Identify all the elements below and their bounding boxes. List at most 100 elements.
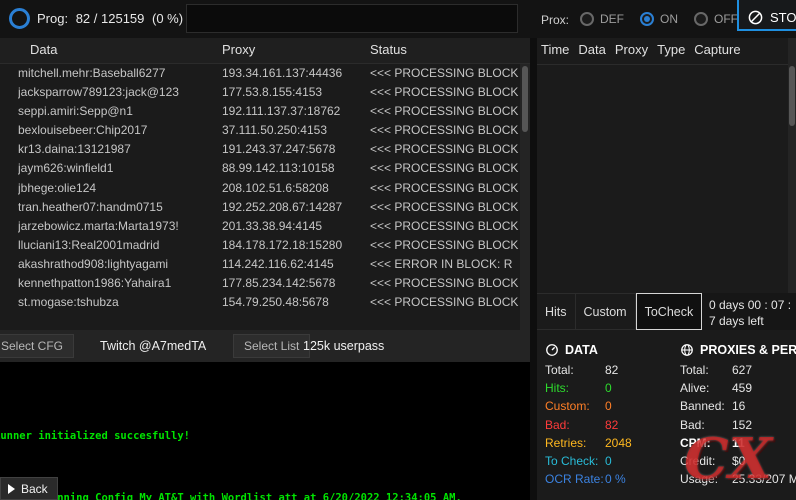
cell-proxy: 193.34.161.137:44436 (222, 64, 366, 83)
results-header-data[interactable]: Data (30, 42, 57, 57)
cell-proxy: 208.102.51.6:58208 (222, 179, 366, 198)
tab-label: Hits (545, 305, 567, 319)
list-name: 125k userpass (303, 339, 384, 353)
stat-item: Alive:459 (680, 379, 796, 397)
tab-label: Custom (584, 305, 627, 319)
results-header-proxy[interactable]: Proxy (222, 42, 255, 57)
data-stats-title: DATA (565, 343, 598, 357)
hits-tabs-bar: Hits Custom ToCheck 0 days 00 : 07 : 7 d… (537, 293, 796, 330)
tab[interactable]: Custom (576, 293, 636, 330)
stat-value: 82 (605, 363, 618, 377)
data-stats: DATA Total:82 Hits:0 Custom:0 Bad:82 (545, 339, 677, 488)
stat-value: 0 (605, 381, 612, 395)
table-row[interactable]: bexlouisebeer:Chip2017 37.111.50.250:415… (0, 121, 520, 140)
cell-proxy: 114.242.116.62:4145 (222, 255, 366, 274)
stat-item: Retries:2048 (545, 434, 677, 452)
stat-value: $0 (732, 454, 745, 468)
cell-status: <<< PROCESSING BLOCK (370, 274, 520, 293)
stat-value: 152 (732, 418, 752, 432)
capture-header-cell[interactable]: Proxy (615, 42, 648, 64)
cell-status: <<< PROCESSING BLOCK (370, 159, 520, 178)
stop-circle-slash-icon (748, 10, 763, 25)
stat-label: Custom: (545, 397, 605, 415)
capture-scrollbar[interactable] (788, 38, 796, 293)
capture-scrollbar-thumb[interactable] (789, 66, 795, 126)
table-row[interactable]: jbhege:olie124 208.102.51.6:58208 <<< PR… (0, 179, 520, 198)
cell-proxy: 192.252.208.67:14287 (222, 198, 366, 217)
proxies-stats: PROXIES & PERF Total:627 Alive:459 Banne… (680, 339, 796, 488)
table-row[interactable]: akashrathod908:lightyagami 114.242.116.6… (0, 255, 520, 274)
capture-header-cell[interactable]: Data (578, 42, 605, 64)
table-row[interactable]: kennethpatton1986:Yahaira1 177.85.234.14… (0, 274, 520, 293)
table-row[interactable]: jarzebowicz.marta:Marta1973! 201.33.38.9… (0, 217, 520, 236)
stop-button[interactable]: STOP (737, 0, 796, 31)
capture-table-header: Time Data Proxy Type Capture (537, 38, 796, 65)
proxy-mode-radio[interactable]: DEF (580, 12, 624, 26)
stat-value: 0 (605, 399, 612, 413)
table-row[interactable]: tran.heather07:handm0715 192.252.208.67:… (0, 198, 520, 217)
results-table: Data Proxy Status mitchell.mehr:Baseball… (0, 38, 530, 330)
stat-value: 0 (605, 454, 612, 468)
cell-data: kennethpatton1986:Yahaira1 (18, 274, 218, 293)
table-row[interactable]: st.mogase:tshubza 154.79.250.48:5678 <<<… (0, 293, 520, 312)
prox-label: Prox: (541, 13, 569, 27)
stat-item: Bad:82 (545, 416, 677, 434)
results-header-status[interactable]: Status (370, 42, 407, 57)
stat-item: Bad:152 (680, 416, 796, 434)
cell-data: jaym626:winfield1 (18, 159, 218, 178)
console-log[interactable]: Runner initialized succesfully! Started … (0, 362, 530, 500)
table-row[interactable]: jaym626:winfield1 88.99.142.113:10158 <<… (0, 159, 520, 178)
radio-dot-icon (580, 12, 594, 26)
table-row[interactable]: seppi.amiri:Sepp@n1 192.111.137.37:18762… (0, 102, 520, 121)
tab[interactable]: ToCheck (636, 293, 703, 330)
cell-proxy: 192.111.137.37:18762 (222, 102, 366, 121)
stat-value: 82 (605, 418, 618, 432)
capture-header-cell[interactable]: Capture (694, 42, 740, 64)
table-row[interactable]: kr13.daina:13121987 191.243.37.247:5678 … (0, 140, 520, 159)
proxies-stats-title: PROXIES & PERF (700, 343, 796, 357)
radio-dot-icon (640, 12, 654, 26)
stat-label: Retries: (545, 434, 605, 452)
capture-header-cell[interactable]: Type (657, 42, 685, 64)
stat-label: Usage: (680, 470, 732, 488)
stat-item: CPM:11 (680, 434, 796, 452)
cell-status: <<< PROCESSING BLOCK (370, 121, 520, 140)
stat-label: Alive: (680, 379, 732, 397)
cell-status: <<< PROCESSING BLOCK (370, 64, 520, 83)
play-icon (8, 484, 15, 494)
radio-label: ON (660, 12, 678, 26)
top-bar: Prog: 82 / 125159 (0 %) Prox: DEF ON OFF (0, 0, 796, 38)
stat-value: 459 (732, 381, 752, 395)
cell-proxy: 37.111.50.250:4153 (222, 121, 366, 140)
cell-proxy: 177.53.8.155:4153 (222, 83, 366, 102)
stat-value: 25.33/207 MB (732, 472, 796, 486)
console-line: Started Running Config My AT&T with Word… (0, 491, 530, 500)
cell-data: st.mogase:tshubza (18, 293, 218, 312)
results-scrollbar[interactable] (520, 64, 530, 330)
table-row[interactable]: jacksparrow789123:jack@123 177.53.8.155:… (0, 83, 520, 102)
stat-label: Banned: (680, 397, 732, 415)
cell-data: tran.heather07:handm0715 (18, 198, 218, 217)
cell-data: jbhege:olie124 (18, 179, 218, 198)
data-stats-items: Total:82 Hits:0 Custom:0 Bad:82 Retries:… (545, 361, 677, 488)
table-row[interactable]: mitchell.mehr:Baseball6277 193.34.161.13… (0, 64, 520, 83)
days-left: 7 days left (709, 314, 764, 328)
table-row[interactable]: lluciani13:Real2001madrid 184.178.172.18… (0, 236, 520, 255)
back-button[interactable]: Back (0, 477, 58, 500)
custom-input[interactable] (186, 4, 518, 33)
stat-label: Bad: (545, 416, 605, 434)
stat-label: To Check: (545, 452, 605, 470)
select-list-button[interactable]: Select List (233, 334, 310, 358)
tab[interactable]: Hits (537, 293, 576, 330)
proxy-mode-radio[interactable]: OFF (694, 12, 738, 26)
cell-data: jarzebowicz.marta:Marta1973! (18, 217, 218, 236)
cell-status: <<< PROCESSING BLOCK (370, 236, 520, 255)
results-scrollbar-thumb[interactable] (522, 66, 528, 132)
select-cfg-button[interactable]: Select CFG (0, 334, 74, 358)
stat-label: CPM: (680, 434, 732, 452)
capture-header-cell[interactable]: Time (541, 42, 569, 64)
stat-label: OCR Rate: (545, 470, 605, 488)
stat-label: Hits: (545, 379, 605, 397)
radio-label: OFF (714, 12, 738, 26)
proxy-mode-radio[interactable]: ON (640, 12, 678, 26)
